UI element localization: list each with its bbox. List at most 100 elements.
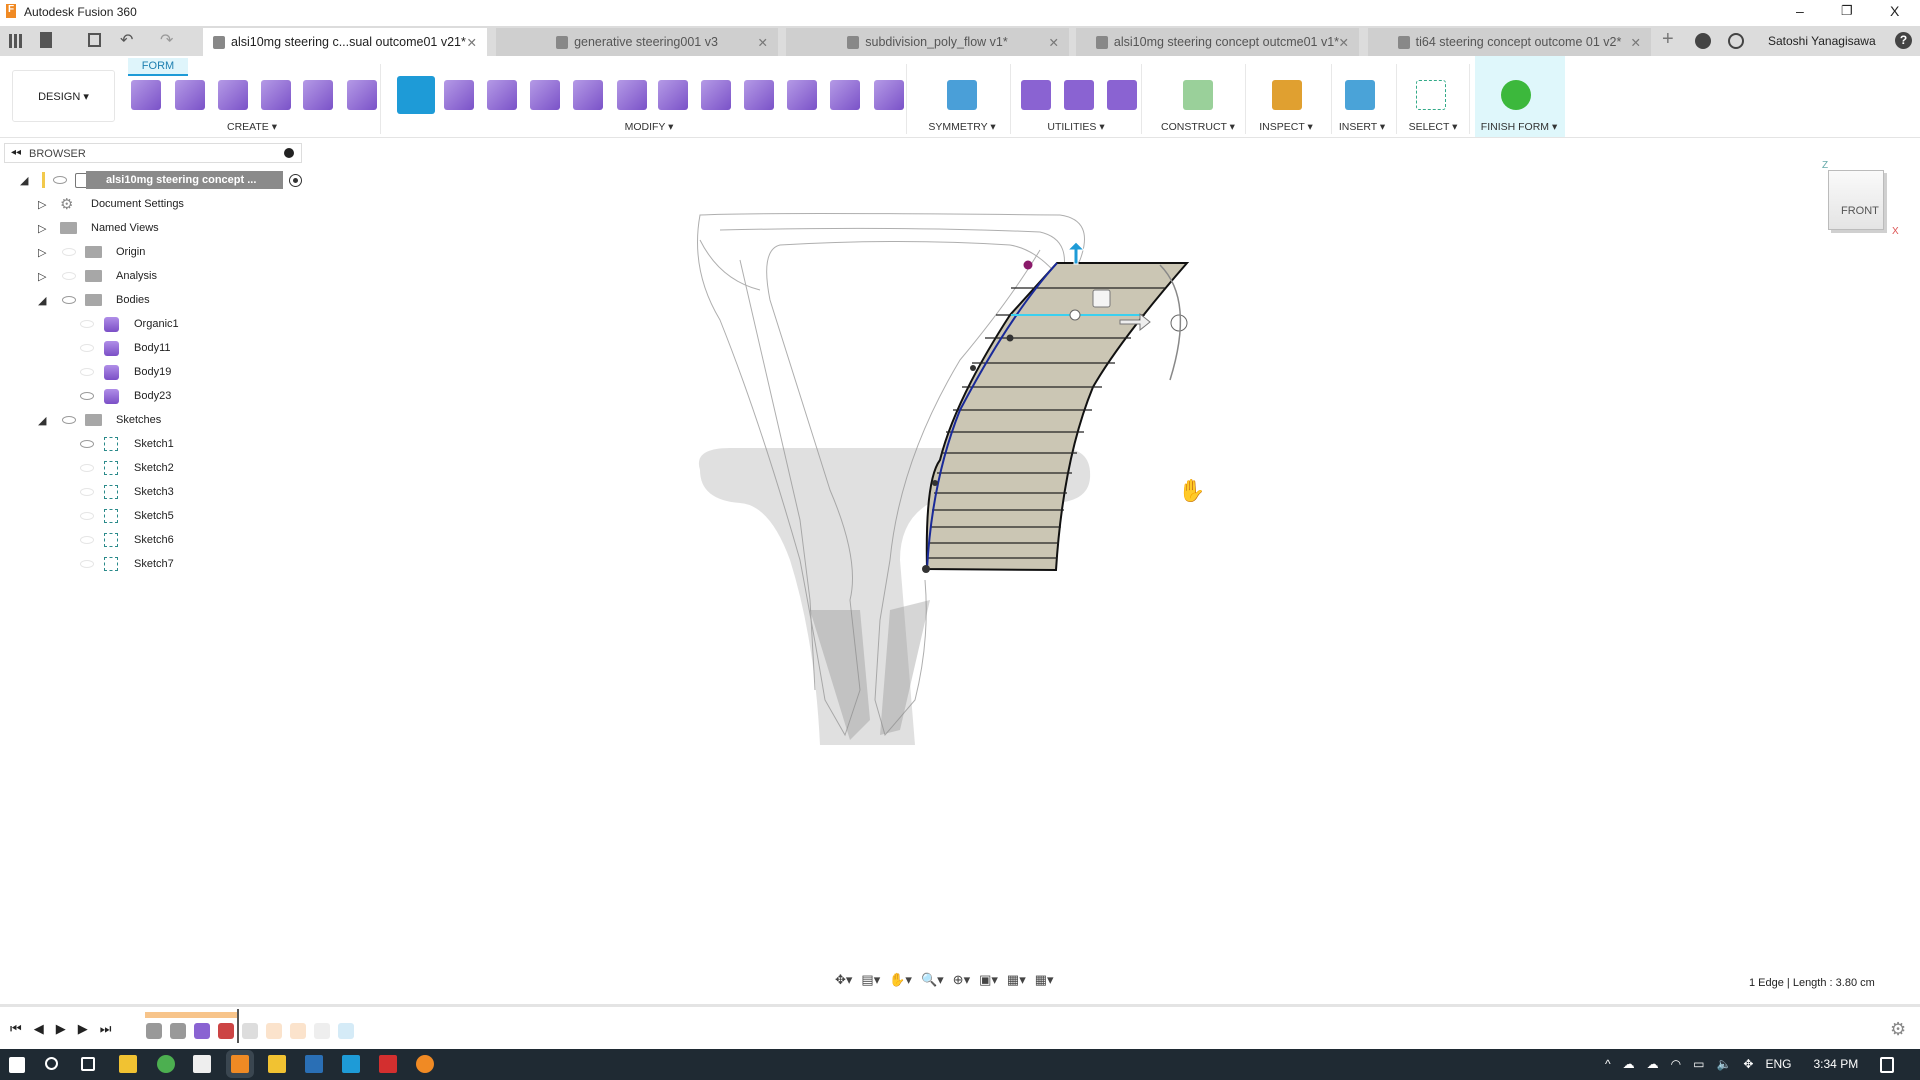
volume-icon[interactable]: 🔈 [1716, 1057, 1731, 1071]
unweld-edges-tool-icon[interactable] [787, 80, 817, 110]
go-to-end-icon[interactable]: ⏭ [100, 1021, 112, 1037]
tab-label[interactable]: alsi10mg steering c...sual outcome01 v21… [231, 35, 466, 49]
document-tab[interactable]: subdivision_poly_flow v1* ✕ [786, 28, 1069, 56]
app-icon[interactable] [379, 1055, 397, 1073]
document-tab[interactable]: generative steering001 v3 ✕ [496, 28, 778, 56]
viewcube[interactable]: FRONT [1828, 170, 1884, 230]
help-icon[interactable]: ? [1895, 32, 1912, 49]
edit-form-tool-icon[interactable] [397, 76, 435, 114]
zoom-icon[interactable]: 🔍▾ [921, 972, 944, 988]
new-tab-button[interactable]: + [1662, 28, 1674, 51]
timeline-feature-icon[interactable] [146, 1023, 162, 1039]
toolbar-group-menu[interactable]: UTILITIES ▾ [1047, 121, 1104, 133]
close-tab-icon[interactable]: ✕ [1049, 35, 1059, 50]
plane-tool-icon[interactable] [218, 80, 248, 110]
app-icon[interactable] [268, 1055, 286, 1073]
redo-icon[interactable]: ↷ [160, 30, 173, 50]
windows-start-icon[interactable] [9, 1057, 25, 1073]
toolbar-group-menu[interactable]: CREATE ▾ [227, 121, 277, 133]
dropbox-icon[interactable]: ✥ [1743, 1057, 1753, 1071]
close-tab-icon[interactable]: ✕ [1339, 35, 1349, 50]
document-tab[interactable]: alsi10mg steering concept outcme01 v1* ✕ [1076, 28, 1359, 56]
close-tab-icon[interactable]: ✕ [467, 35, 477, 50]
select-box-icon[interactable] [1416, 80, 1446, 110]
close-tab-icon[interactable]: ✕ [1631, 35, 1641, 50]
toolbar-group-menu[interactable]: SELECT ▾ [1409, 121, 1458, 133]
app-icon[interactable] [305, 1055, 323, 1073]
fit-icon[interactable]: ⊕▾ [953, 972, 970, 988]
viewport-canvas[interactable]: ✋ [0, 138, 1920, 968]
task-view-icon[interactable] [81, 1057, 95, 1071]
look-at-icon[interactable]: ▤▾ [861, 972, 880, 988]
uncrease-tool-icon[interactable] [874, 80, 904, 110]
chrome-icon[interactable] [157, 1055, 175, 1073]
timeline-marker[interactable] [237, 1009, 239, 1043]
fusion-360-taskbar-icon[interactable] [231, 1055, 249, 1073]
bridge-tool-icon[interactable] [617, 80, 647, 110]
workspace-switcher[interactable]: DESIGN ▾ [12, 70, 115, 122]
close-tab-icon[interactable]: ✕ [758, 35, 768, 50]
create-form-sketch-tool-icon[interactable] [131, 80, 161, 110]
timeline-feature-icon[interactable] [266, 1023, 282, 1039]
face-tool-icon[interactable] [347, 80, 377, 110]
app-icon[interactable] [193, 1055, 211, 1073]
tab-label[interactable]: subdivision_poly_flow v1* [865, 35, 1007, 49]
tab-label[interactable]: generative steering001 v3 [574, 35, 718, 49]
insert-image-icon[interactable] [1345, 80, 1375, 110]
erase-and-fill-tool-icon[interactable] [701, 80, 731, 110]
data-panel-grid-icon[interactable] [9, 34, 23, 48]
viewports-icon[interactable]: ▦▾ [1035, 972, 1054, 988]
battery-icon[interactable]: ▭ [1693, 1057, 1704, 1071]
save-icon[interactable] [88, 33, 101, 47]
timeline-feature-icon[interactable] [242, 1023, 258, 1039]
convert-icon[interactable] [1021, 80, 1051, 110]
timeline-feature-icon[interactable] [194, 1023, 210, 1039]
symmetry-icon[interactable] [947, 80, 977, 110]
repair-body-icon[interactable] [1064, 80, 1094, 110]
sphere-tool-icon[interactable] [303, 80, 333, 110]
toolbar-group-menu[interactable]: INSERT ▾ [1339, 121, 1385, 133]
play-icon[interactable]: ▶ [56, 1021, 66, 1037]
timeline-feature-icon[interactable] [170, 1023, 186, 1039]
tab-form[interactable]: FORM [128, 58, 188, 76]
file-explorer-icon[interactable] [119, 1055, 137, 1073]
job-status-icon[interactable] [1695, 33, 1711, 49]
construct-plane-icon[interactable] [1183, 80, 1213, 110]
search-icon[interactable] [45, 1057, 58, 1070]
tab-label[interactable]: alsi10mg steering concept outcme01 v1* [1114, 35, 1339, 49]
wifi-icon[interactable]: ◠ [1671, 1057, 1681, 1071]
app-icon[interactable] [416, 1055, 434, 1073]
step-forward-icon[interactable]: ▶ [78, 1021, 88, 1037]
minimize-button[interactable]: – [1796, 3, 1804, 19]
document-tab[interactable]: ti64 steering concept outcome 01 v2* ✕ [1368, 28, 1651, 56]
notifications-icon[interactable] [1880, 1057, 1894, 1073]
timeline-feature-icon[interactable] [314, 1023, 330, 1039]
clock-icon[interactable] [1728, 33, 1744, 49]
language-indicator[interactable]: ENG [1765, 1057, 1791, 1071]
undo-icon[interactable]: ↶ [120, 30, 133, 50]
toolbar-group-menu[interactable]: INSPECT ▾ [1259, 121, 1313, 133]
box-tool-icon[interactable] [175, 80, 205, 110]
subdivide-tool-icon[interactable] [487, 80, 517, 110]
close-button[interactable]: X [1890, 3, 1899, 19]
cloud-icon[interactable]: ☁ [1623, 1057, 1635, 1071]
finish-form-check-icon[interactable] [1501, 80, 1531, 110]
measure-icon[interactable] [1272, 80, 1302, 110]
fill-hole-tool-icon[interactable] [658, 80, 688, 110]
merge-edge-tool-icon[interactable] [573, 80, 603, 110]
insert-point-tool-icon[interactable] [530, 80, 560, 110]
insert-edge-tool-icon[interactable] [444, 80, 474, 110]
orbit-icon[interactable]: ✥▾ [835, 972, 852, 988]
app-icon[interactable] [342, 1055, 360, 1073]
toolbar-group-menu[interactable]: MODIFY ▾ [625, 121, 674, 133]
toolbar-group-menu[interactable]: FINISH FORM ▾ [1481, 121, 1557, 133]
timeline-feature-icon[interactable] [290, 1023, 306, 1039]
restore-button[interactable]: ❐ [1841, 3, 1853, 19]
cylinder-tool-icon[interactable] [261, 80, 291, 110]
pull-icon[interactable] [1107, 80, 1137, 110]
toolbar-group-menu[interactable]: CONSTRUCT ▾ [1161, 121, 1235, 133]
clock[interactable]: 3:34 PM [1814, 1057, 1859, 1071]
user-name[interactable]: Satoshi Yanagisawa [1768, 34, 1876, 48]
timeline-settings-gear-icon[interactable]: ⚙ [1890, 1019, 1906, 1040]
file-icon[interactable] [40, 32, 52, 48]
